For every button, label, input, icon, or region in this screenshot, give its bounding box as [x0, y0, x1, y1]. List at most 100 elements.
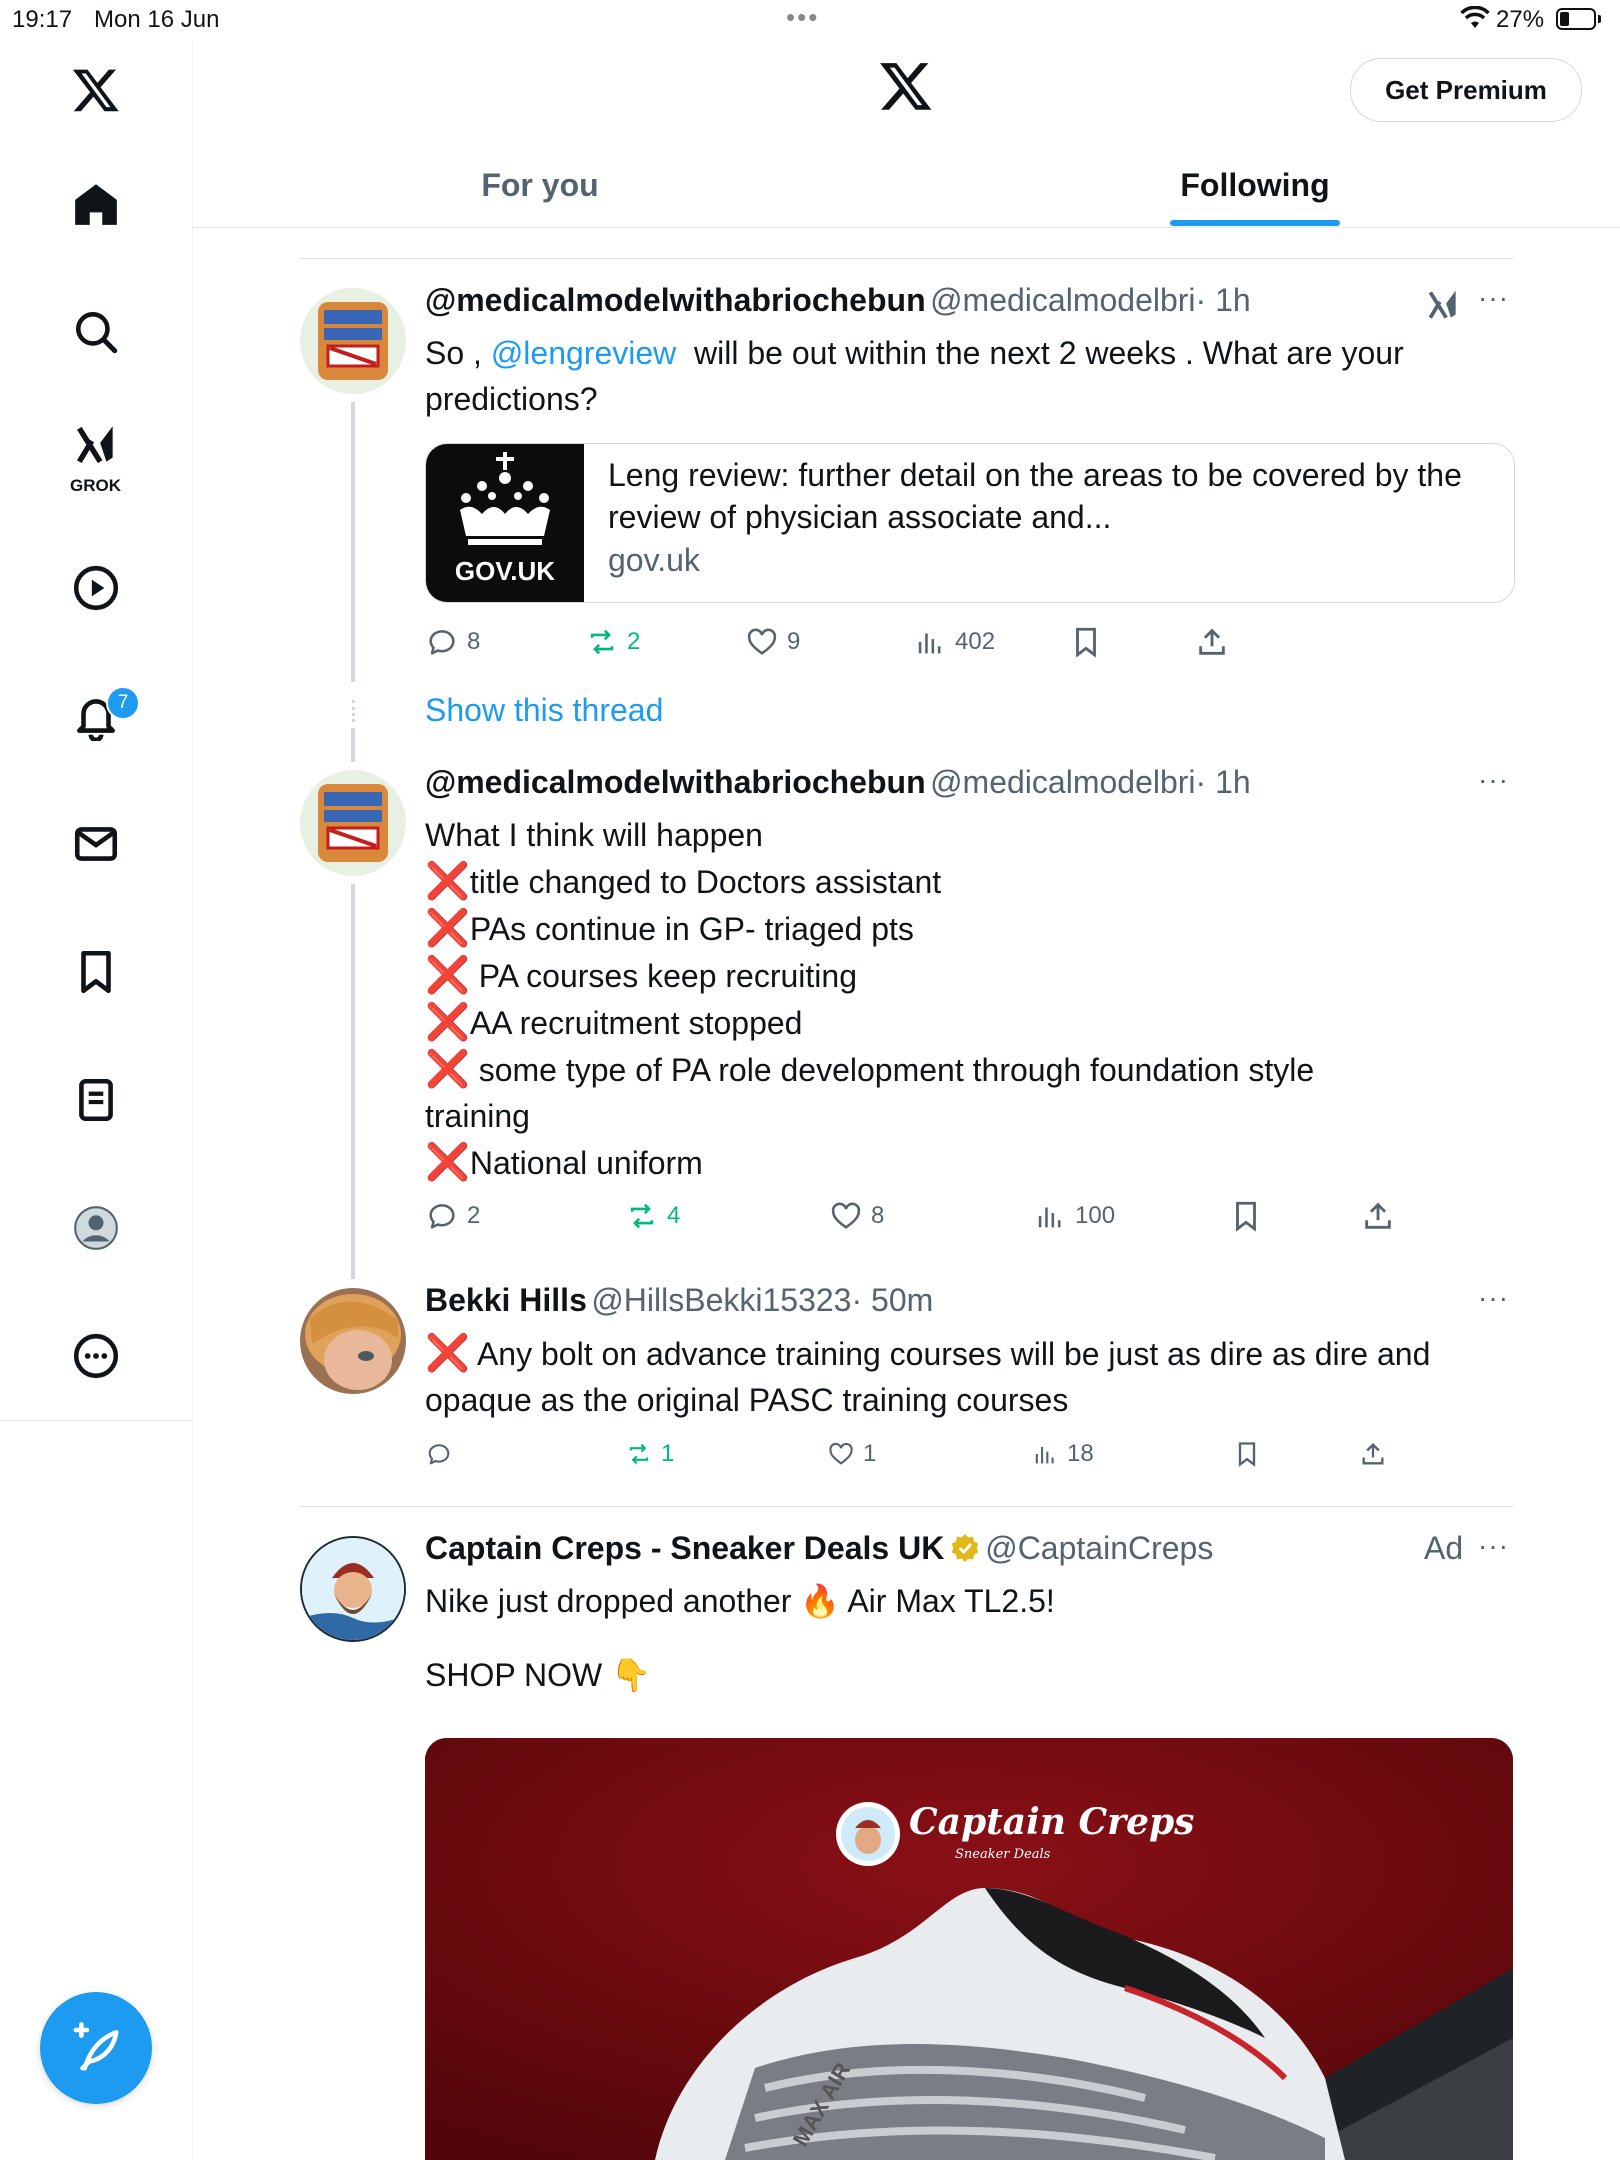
mention-link[interactable]: @lengreview [491, 335, 676, 371]
tab-for-you[interactable]: For you [420, 150, 660, 220]
share-icon [1362, 1443, 1384, 1465]
bookmark-icon [1238, 1442, 1256, 1467]
heart-icon [831, 1202, 861, 1229]
avatar[interactable] [300, 1288, 406, 1394]
grok-explain-icon[interactable] [1424, 286, 1462, 329]
avatar[interactable] [300, 770, 406, 876]
repost-button[interactable]: 4 [625, 1194, 680, 1238]
reply-button[interactable]: 2 [425, 1194, 480, 1238]
more-options-icon[interactable]: ··· [1478, 1530, 1509, 1562]
card-thumb-label: GOV.UK [455, 556, 555, 586]
compose-post-button[interactable] [40, 1992, 152, 2104]
more-options-icon[interactable]: ··· [1478, 764, 1509, 796]
tweet-header: @medicalmodelwithabriochebun @medicalmod… [425, 282, 1251, 319]
bookmark-button[interactable] [1229, 1194, 1263, 1238]
search-icon[interactable] [46, 292, 146, 372]
tweet-time[interactable]: · 50m [851, 1282, 933, 1318]
cross-mark-icon: ❌ [425, 1332, 470, 1373]
cross-mark-icon: ❌ [425, 1001, 470, 1042]
bookmark-button[interactable] [1069, 620, 1103, 664]
like-count: 9 [787, 628, 801, 655]
author-handle[interactable]: @CaptainCreps [985, 1530, 1213, 1566]
x-header-logo-icon[interactable] [878, 58, 934, 119]
author-handle[interactable]: @medicalmodelbri [930, 282, 1195, 318]
avatar[interactable] [300, 288, 406, 394]
grok-icon[interactable] [46, 410, 146, 480]
reply-button[interactable] [425, 1432, 461, 1476]
profile-avatar-icon[interactable] [46, 1188, 146, 1268]
author-name[interactable]: Captain Creps - Sneaker Deals UK [425, 1530, 944, 1566]
link-preview-card[interactable]: GOV.UK Leng review: further detail on th… [425, 443, 1515, 603]
status-date: Mon 16 Jun [94, 6, 220, 33]
repost-button[interactable]: 1 [625, 1432, 674, 1476]
tweet-text: So , @lengreview will be out within the … [425, 330, 1515, 422]
tweet-text: What I think will happen ❌title changed … [425, 812, 1515, 1186]
like-count: 1 [863, 1440, 877, 1467]
bookmarks-icon[interactable] [46, 932, 146, 1012]
x-logo-icon[interactable] [46, 50, 146, 130]
share-button[interactable] [1359, 1432, 1387, 1476]
tweet-line: ❌AA recruitment stopped [425, 999, 1515, 1046]
views-button[interactable]: 402 [913, 620, 995, 664]
avatar[interactable] [300, 1536, 406, 1642]
ad-image[interactable]: Captain Creps Sneaker Deals MAX AIR [425, 1738, 1513, 2160]
reply-button[interactable]: 8 [425, 620, 480, 664]
author-name[interactable]: @medicalmodelwithabriochebun [425, 764, 926, 800]
tweet-actions: 1 1 18 [425, 1432, 1425, 1476]
author-name[interactable]: @medicalmodelwithabriochebun [425, 282, 926, 318]
tweet-line: ❌PAs continue in GP- triaged pts [425, 905, 1515, 952]
view-count: 18 [1067, 1440, 1094, 1467]
bookmark-icon [1236, 1201, 1256, 1232]
like-count: 8 [871, 1202, 885, 1229]
views-button[interactable]: 100 [1033, 1194, 1115, 1238]
share-icon [1365, 1202, 1391, 1229]
repost-count: 2 [627, 628, 641, 655]
tab-following[interactable]: Following [1130, 150, 1380, 220]
tweet-time[interactable]: · 1h [1196, 282, 1251, 318]
lists-icon[interactable] [46, 1060, 146, 1140]
tweet-line: ❌ Any bolt on advance training courses w… [425, 1330, 1515, 1377]
tweet-line-text: title changed to Doctors assistant [469, 864, 942, 900]
like-button[interactable]: 1 [827, 1432, 876, 1476]
cross-mark-icon: ❌ [425, 1141, 470, 1182]
tweet-line: ❌ some type of PA role development throu… [425, 1046, 1515, 1093]
more-options-icon[interactable]: ··· [1478, 1282, 1509, 1314]
messages-icon[interactable] [46, 804, 146, 884]
battery-percent: 27% [1496, 6, 1545, 33]
tweet-time[interactable]: · 1h [1196, 764, 1251, 800]
author-handle[interactable]: @HillsBekki15323 [591, 1282, 851, 1318]
battery-fill [1560, 12, 1569, 26]
tweet-text-part: So , [425, 335, 491, 371]
wifi-icon [1460, 5, 1490, 35]
tweet-line: training [425, 1098, 530, 1134]
repost-button[interactable]: 2 [585, 620, 640, 664]
like-button[interactable]: 9 [745, 620, 800, 664]
views-button[interactable]: 18 [1031, 1432, 1094, 1476]
view-count: 402 [955, 628, 996, 655]
bookmark-button[interactable] [1233, 1432, 1261, 1476]
home-icon[interactable] [46, 164, 146, 244]
views-icon [918, 633, 941, 654]
reply-icon [429, 1204, 455, 1229]
more-options-icon[interactable]: ··· [1478, 282, 1509, 314]
more-options-icon[interactable] [46, 1316, 146, 1396]
tweet-line: ❌National uniform [425, 1139, 1515, 1186]
like-button[interactable]: 8 [829, 1194, 884, 1238]
show-thread-link[interactable]: Show this thread [425, 692, 663, 729]
tweet-header: Bekki Hills @HillsBekki15323· 50m [425, 1282, 933, 1319]
share-button[interactable] [1361, 1194, 1395, 1238]
share-button[interactable] [1195, 620, 1229, 664]
tweet-line: SHOP NOW 👇 [425, 1652, 1515, 1698]
videos-icon[interactable] [46, 548, 146, 628]
author-name[interactable]: Bekki Hills [425, 1282, 587, 1318]
cross-mark-icon: ❌ [425, 1048, 470, 1089]
repost-icon [590, 629, 614, 655]
reply-icon [429, 630, 455, 655]
author-handle[interactable]: @medicalmodelbri [930, 764, 1195, 800]
get-premium-button[interactable]: Get Premium [1350, 58, 1582, 122]
views-icon [1038, 1207, 1061, 1228]
feed-divider [300, 1506, 1514, 1507]
multitasking-dots-icon[interactable]: ••• [786, 2, 819, 33]
tweet-line-text: Nike just dropped another [425, 1583, 801, 1619]
grok-label: GROK [70, 476, 121, 495]
